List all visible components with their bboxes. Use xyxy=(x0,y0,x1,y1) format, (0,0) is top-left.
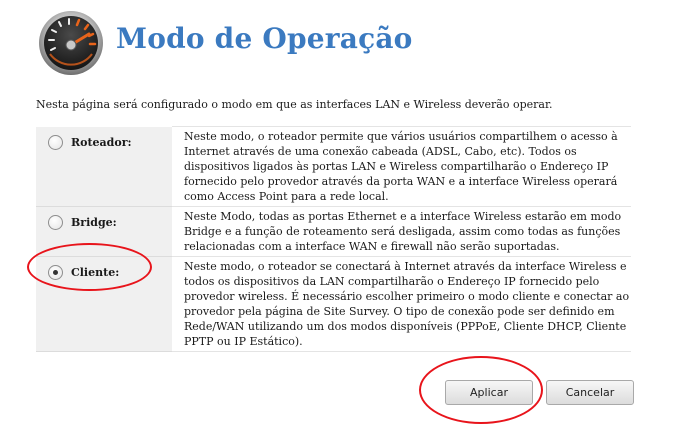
page-description: Nesta página será configurado o modo em … xyxy=(36,98,553,111)
cliente-label: Cliente: xyxy=(71,266,120,279)
mode-row-roteador: Roteador: Neste modo, o roteador permite… xyxy=(36,126,631,207)
roteador-description: Neste modo, o roteador permite que vário… xyxy=(172,126,631,207)
bridge-radio[interactable] xyxy=(48,215,63,230)
apply-button[interactable]: Aplicar xyxy=(445,380,533,405)
mode-row-bridge: Bridge: Neste Modo, todas as portas Ethe… xyxy=(36,206,631,257)
mode-row-cliente: Cliente: Neste modo, o roteador se conec… xyxy=(36,256,631,352)
roteador-radio[interactable] xyxy=(48,134,63,150)
cancel-button[interactable]: Cancelar xyxy=(546,380,634,405)
bridge-label: Bridge: xyxy=(71,216,117,229)
speedometer-icon xyxy=(39,11,103,75)
mode-option-bridge[interactable]: Bridge: xyxy=(36,207,172,230)
page-title: Modo de Operação xyxy=(116,22,413,55)
cliente-description: Neste modo, o roteador se conectará à In… xyxy=(172,256,631,352)
mode-option-cliente[interactable]: Cliente: xyxy=(36,257,172,280)
cliente-radio[interactable] xyxy=(48,265,63,280)
mode-option-roteador[interactable]: Roteador: xyxy=(36,127,172,150)
roteador-label: Roteador: xyxy=(71,135,132,149)
bridge-description: Neste Modo, todas as portas Ethernet e a… xyxy=(172,206,631,257)
operation-mode-table: Roteador: Neste modo, o roteador permite… xyxy=(36,126,631,352)
